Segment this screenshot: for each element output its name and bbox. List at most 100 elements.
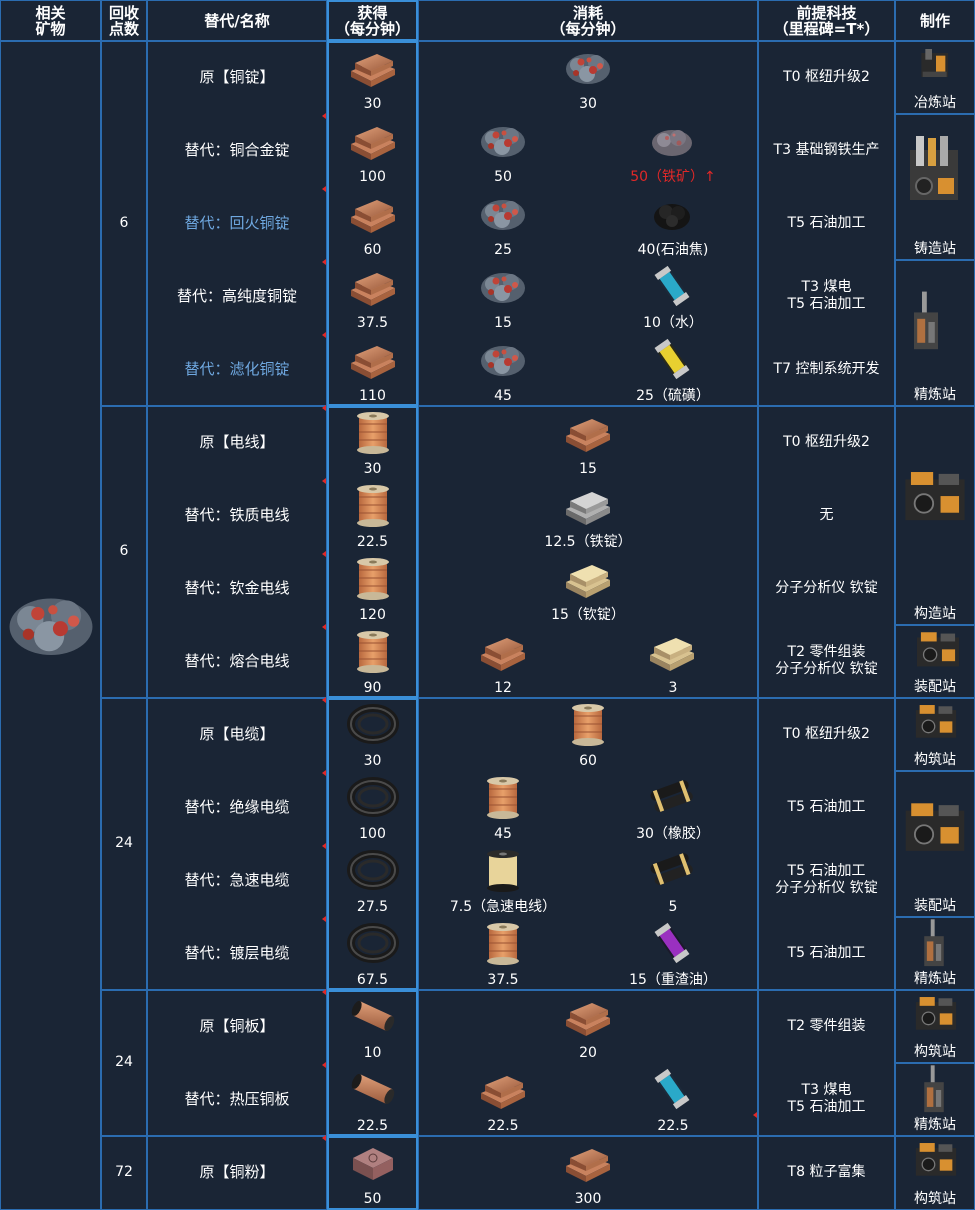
- header-gain: 获得 （每分钟）: [327, 0, 418, 41]
- recipe-name: 替代：熔合电线: [184, 651, 290, 670]
- recipe-name: 替代：铜合金锭: [184, 140, 290, 159]
- gain-amount: 100: [359, 169, 386, 185]
- prerequisite-tech: T3 煤电 T5 石油加工: [787, 1081, 866, 1115]
- comment-marker: [322, 1062, 326, 1068]
- cost-amount-2: 3: [668, 680, 678, 696]
- gain-amount: 22.5: [356, 534, 389, 550]
- recipe-name: 替代：绝缘电缆: [184, 797, 290, 816]
- constructor-icon: [906, 700, 966, 744]
- recipe-name: 替代：钦金电线: [184, 578, 290, 597]
- copper-powder-icon: [347, 1140, 399, 1184]
- cost-amount-2: 50（铁矿）↑: [630, 169, 716, 185]
- wire-spool-icon: [347, 556, 399, 600]
- recipe-name: 原【铜板】: [199, 1016, 275, 1035]
- wire-spool-icon: [477, 775, 529, 819]
- recipe-name: 替代：高纯度铜锭: [176, 286, 297, 305]
- wire-spool-icon: [347, 410, 399, 454]
- cost-amount-1: 37.5: [487, 972, 519, 988]
- wire-spool-icon: [477, 921, 529, 965]
- prerequisite-tech: T0 枢纽升级2: [783, 433, 870, 450]
- cost-amount: 20: [579, 1045, 597, 1061]
- copper-ore-icon: [477, 264, 529, 308]
- sulfur-canister-icon: [646, 337, 698, 381]
- prerequisite-tech: T5 石油加工: [787, 214, 866, 231]
- group-3-name-cell: [147, 990, 327, 1136]
- cost-amount: 15（钦锭）: [551, 607, 625, 623]
- cost-amount-2: 40(石油焦): [637, 242, 709, 258]
- gain-amount: 22.5: [356, 1118, 389, 1134]
- cost-amount-2: 15（重渣油）: [629, 972, 717, 988]
- cost-amount-1: 50: [494, 169, 512, 185]
- prerequisite-tech: T5 石油加工 分子分析仪 钦锭: [775, 862, 878, 896]
- recycle-points: 72: [115, 1164, 133, 1180]
- station-label: 装配站: [914, 898, 956, 914]
- comment-marker: [322, 1135, 326, 1141]
- copper-ingot-icon: [477, 1067, 529, 1111]
- gain-amount: 10: [363, 1045, 382, 1061]
- petroleum-coke-icon: [646, 191, 698, 235]
- copper-ore-icon: [477, 118, 529, 162]
- recipe-name: 替代：急速电缆: [184, 870, 290, 889]
- prerequisite-tech: T8 粒子富集: [787, 1164, 866, 1180]
- cost-amount: 30: [579, 96, 597, 112]
- recipe-name: 原【电缆】: [199, 724, 275, 743]
- comment-marker: [322, 697, 326, 703]
- header-points: 回收 点数: [101, 0, 147, 41]
- refinery-icon: [914, 1064, 954, 1116]
- cost-amount-1: 12: [494, 680, 512, 696]
- prerequisite-tech: T2 零件组装: [787, 1017, 866, 1034]
- cable-coil-icon: [347, 921, 399, 965]
- copper-ore-icon: [2, 580, 100, 666]
- quickwire-spool-icon: [477, 848, 529, 892]
- gain-amount: 30: [363, 96, 382, 112]
- caterium-ingot-icon: [562, 556, 614, 600]
- cable-coil-icon: [347, 702, 399, 746]
- gain-amount: 67.5: [356, 972, 389, 988]
- water-canister-icon: [646, 1067, 698, 1111]
- prerequisite-tech: T0 枢纽升级2: [783, 68, 870, 85]
- comment-marker: [322, 113, 326, 119]
- prerequisite-tech: T5 石油加工: [787, 798, 866, 815]
- copper-ingot-icon: [347, 337, 399, 381]
- comment-marker: [322, 551, 326, 557]
- station-label: 冶炼站: [914, 95, 956, 111]
- station-label: 构筑站: [914, 752, 956, 768]
- gain-amount: 90: [363, 680, 382, 696]
- cost-amount-1: 45: [494, 826, 512, 842]
- copper-ore-icon: [477, 337, 529, 381]
- recipe-name: 原【铜锭】: [199, 67, 275, 86]
- cost-amount-1: 15: [494, 315, 512, 331]
- comment-marker: [322, 405, 326, 411]
- gain-amount: 120: [359, 607, 386, 623]
- cost-amount: 60: [579, 753, 597, 769]
- station-label: 精炼站: [914, 1117, 956, 1133]
- cost-amount-2: 5: [668, 899, 678, 915]
- recipe-name: 替代：热压铜板: [184, 1089, 290, 1108]
- prerequisite-tech: T0 枢纽升级2: [783, 725, 870, 742]
- constructor-icon: [906, 992, 966, 1036]
- recycle-points: 6: [119, 543, 129, 559]
- cost-amount-2: 10（水）: [643, 315, 703, 331]
- gain-amount: 30: [363, 461, 382, 477]
- prerequisite-tech: T5 石油加工: [787, 944, 866, 961]
- gain-amount: 60: [363, 242, 382, 258]
- cost-amount-1: 25: [494, 242, 512, 258]
- cost-amount-1: 45: [494, 388, 512, 404]
- copper-ingot-icon: [347, 45, 399, 89]
- recipe-name: 替代：滤化铜锭: [184, 359, 290, 378]
- header-make: 制作: [895, 0, 975, 41]
- constructor-icon: [906, 1138, 966, 1182]
- wire-spool-icon: [347, 483, 399, 527]
- gain-amount: 30: [363, 753, 382, 769]
- comment-marker: [322, 843, 326, 849]
- station-label: 铸造站: [914, 241, 956, 257]
- header-tech: 前提科技 （里程碑=T*）: [758, 0, 895, 41]
- recycle-points: 24: [115, 1054, 133, 1070]
- station-label: 构造站: [914, 606, 956, 622]
- station-label: 精炼站: [914, 971, 956, 987]
- foundry-icon: [898, 130, 970, 210]
- iron-ore-icon: [646, 118, 698, 162]
- refinery-icon: [914, 918, 954, 970]
- copper-ore-icon: [562, 45, 614, 89]
- recipe-name: 原【电线】: [199, 432, 275, 451]
